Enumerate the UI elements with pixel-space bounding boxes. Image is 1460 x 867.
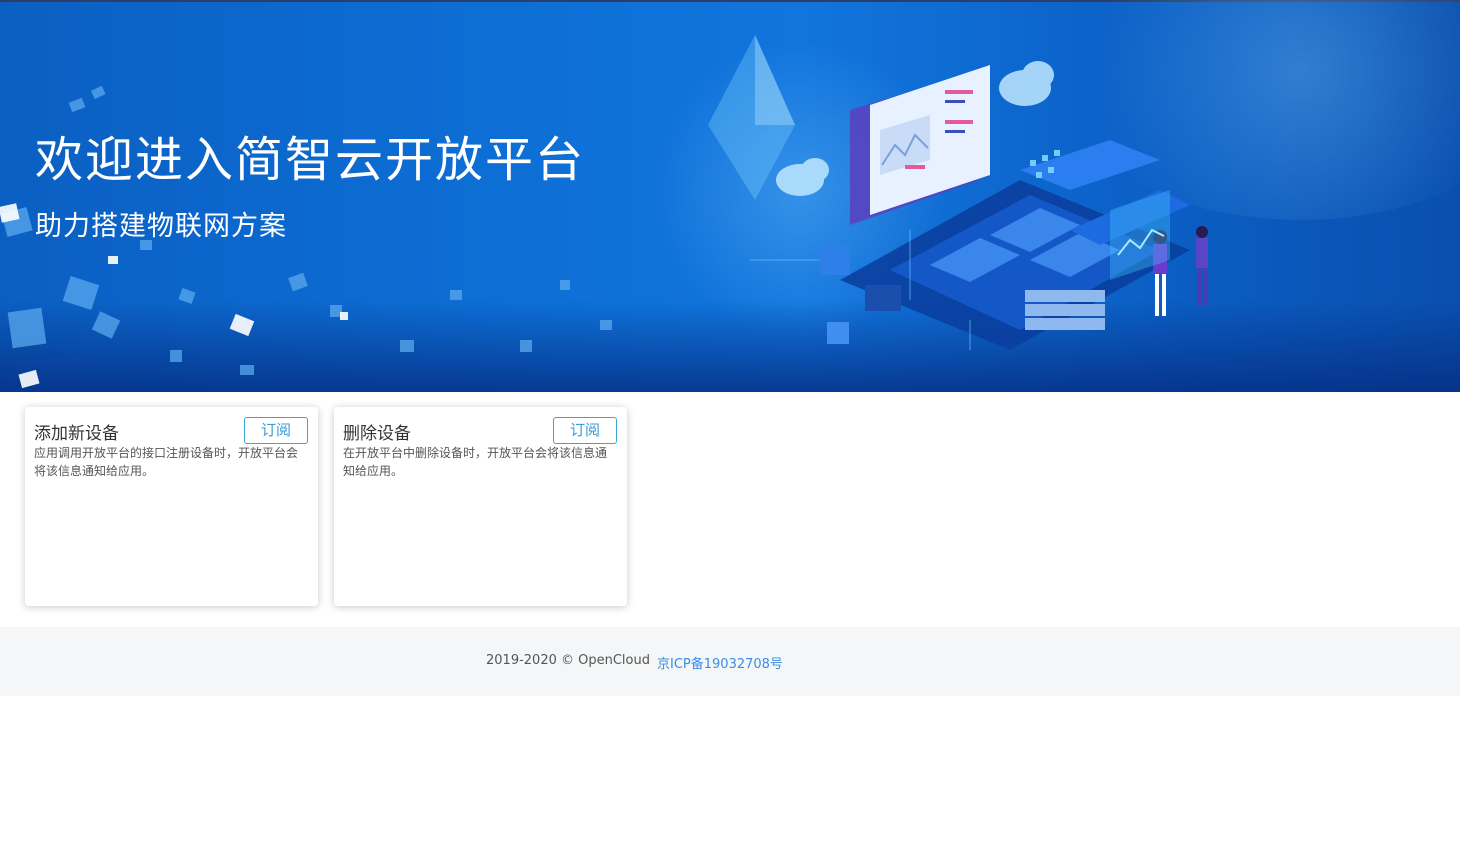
banner-title: 欢迎进入简智云开放平台 <box>35 132 586 188</box>
footer-copyright: 2019-2020 © OpenCloud <box>486 653 650 668</box>
hero-banner: 欢迎进入简智云开放平台 助力搭建物联网方案 <box>0 0 1460 392</box>
card-add-device: 添加新设备 订阅 应用调用开放平台的接口注册设备时，开放平台会将该信息通知给应用… <box>25 407 318 606</box>
icp-license-link[interactable]: 京ICP备19032708号 <box>657 653 783 672</box>
subscribe-button[interactable]: 订阅 <box>553 417 617 444</box>
subscribe-button[interactable]: 订阅 <box>244 417 308 444</box>
card-description: 在开放平台中删除设备时，开放平台会将该信息通知给应用。 <box>343 446 608 478</box>
card-delete-device: 删除设备 订阅 在开放平台中删除设备时，开放平台会将该信息通知给应用。 <box>334 407 627 606</box>
card-title: 删除设备 <box>343 424 411 444</box>
card-title: 添加新设备 <box>34 424 119 444</box>
footer: 2019-2020 © OpenCloud 京ICP备19032708号 <box>0 627 1460 696</box>
card-description: 应用调用开放平台的接口注册设备时，开放平台会将该信息通知给应用。 <box>34 446 299 478</box>
iot-platform-illustration <box>708 35 1208 350</box>
banner-subtitle: 助力搭建物联网方案 <box>35 211 287 242</box>
